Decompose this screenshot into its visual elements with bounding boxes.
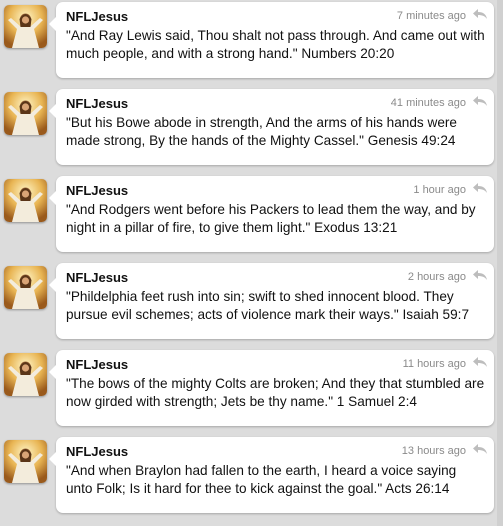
tweet-username[interactable]: NFLJesus (66, 270, 128, 285)
tweet-timestamp[interactable]: 13 hours ago (402, 445, 466, 457)
bubble-tail (49, 365, 56, 379)
tweet-text: "Phildelphia feet rush into sin; swift t… (66, 289, 470, 322)
tweet-username[interactable]: NFLJesus (66, 357, 128, 372)
jesus-avatar-icon[interactable] (4, 179, 47, 222)
tweet-item[interactable]: NFLJesus 11 hours ago "The bows of the m… (0, 348, 503, 430)
tweet-text: "And when Braylon had fallen to the eart… (66, 463, 457, 496)
tweet-bubble: NFLJesus 1 hour ago "And Rodgers went be… (49, 176, 494, 252)
tweet-timestamp[interactable]: 11 hours ago (403, 358, 466, 370)
tweet-text: "And Rodgers went before his Packers to … (66, 202, 476, 235)
tweet-timestamp[interactable]: 1 hour ago (413, 184, 466, 196)
tweet-username[interactable]: NFLJesus (66, 183, 128, 198)
jesus-avatar-icon[interactable] (4, 5, 47, 48)
reply-arrow-icon[interactable] (472, 443, 488, 455)
reply-arrow-icon[interactable] (472, 269, 488, 281)
tweet-item[interactable]: NFLJesus 1 hour ago "And Rodgers went be… (0, 174, 503, 256)
tweet-username[interactable]: NFLJesus (66, 444, 128, 459)
bubble-tail (49, 452, 56, 466)
tweet-bubble: NFLJesus 2 hours ago "Phildelphia feet r… (49, 263, 494, 339)
tweet-username[interactable]: NFLJesus (66, 9, 128, 24)
tweet-feed: NFLJesus 7 minutes ago "And Ray Lewis sa… (0, 0, 503, 526)
tweet-timestamp[interactable]: 7 minutes ago (397, 10, 466, 22)
tweet-item[interactable]: NFLJesus 13 hours ago "And when Braylon … (0, 435, 503, 517)
bubble-tail (49, 104, 56, 118)
tweet-bubble: NFLJesus 13 hours ago "And when Braylon … (49, 437, 494, 513)
jesus-avatar-icon[interactable] (4, 92, 47, 135)
tweet-bubble: NFLJesus 11 hours ago "The bows of the m… (49, 350, 494, 426)
scrollbar-track[interactable] (497, 0, 503, 526)
tweet-bubble: NFLJesus 7 minutes ago "And Ray Lewis sa… (49, 2, 494, 78)
tweet-item[interactable]: NFLJesus 41 minutes ago "But his Bowe ab… (0, 87, 503, 169)
tweet-text: "The bows of the mighty Colts are broken… (66, 376, 485, 409)
jesus-avatar-icon[interactable] (4, 440, 47, 483)
tweet-username[interactable]: NFLJesus (66, 96, 128, 111)
tweet-item[interactable]: NFLJesus 7 minutes ago "And Ray Lewis sa… (0, 0, 503, 82)
tweet-item[interactable]: NFLJesus 2 hours ago "Phildelphia feet r… (0, 261, 503, 343)
tweet-text: "And Ray Lewis said, Thou shalt not pass… (66, 28, 485, 61)
bubble-tail (49, 278, 56, 292)
reply-arrow-icon[interactable] (472, 356, 488, 368)
reply-arrow-icon[interactable] (472, 182, 488, 194)
jesus-avatar-icon[interactable] (4, 266, 47, 309)
tweet-text: "But his Bowe abode in strength, And the… (66, 115, 457, 148)
jesus-avatar-icon[interactable] (4, 353, 47, 396)
tweet-timestamp[interactable]: 2 hours ago (408, 271, 466, 283)
bubble-tail (49, 17, 56, 31)
tweet-bubble: NFLJesus 41 minutes ago "But his Bowe ab… (49, 89, 494, 165)
tweet-timestamp[interactable]: 41 minutes ago (391, 97, 466, 109)
reply-arrow-icon[interactable] (472, 95, 488, 107)
bubble-tail (49, 191, 56, 205)
reply-arrow-icon[interactable] (472, 8, 488, 20)
